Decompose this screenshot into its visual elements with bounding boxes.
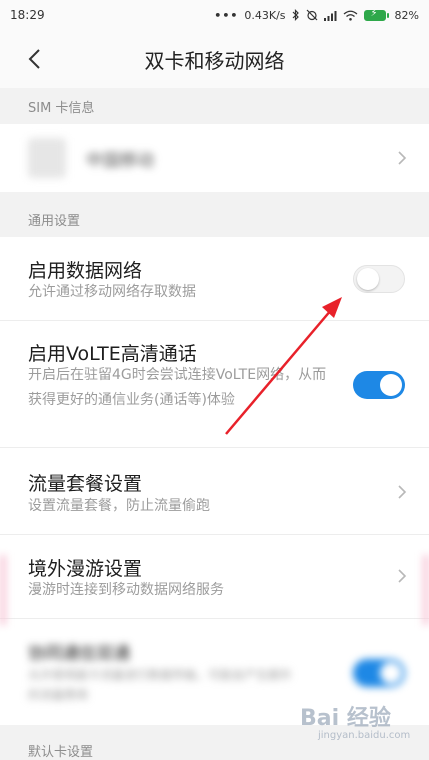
bluetooth-icon: [292, 9, 299, 21]
alarm-off-icon: [306, 9, 317, 21]
page-title: 双卡和移动网络: [144, 48, 285, 73]
row-title: 启用VoLTE高清通话: [28, 343, 197, 365]
sim-card-icon: [28, 138, 66, 178]
list-item-data-network[interactable]: 启用数据网络 允许通过移动网络存取数据: [0, 237, 429, 321]
status-icons: ••• 0.43K/s ⚡ 82%: [214, 8, 419, 22]
chevron-left-icon[interactable]: [24, 46, 46, 72]
section-label-sim: SIM 卡信息: [28, 101, 95, 116]
wifi-icon: [343, 10, 357, 21]
row-title: 启用数据网络: [28, 260, 143, 282]
row-desc: 开启后在驻留4G时会尝试连接VoLTE网络，从而获得更好的通信业务(通话等)体验: [28, 367, 327, 408]
list-item-roaming[interactable]: 境外漫游设置 漫游时连接到移动数据网络服务: [0, 535, 429, 619]
side-decoration: [423, 555, 429, 625]
sim-card-row[interactable]: 中国移动: [0, 124, 429, 192]
sim-carrier-name: 中国移动: [86, 151, 154, 171]
more-notifications-icon: •••: [214, 8, 239, 22]
row-title: 流量套餐设置: [28, 473, 143, 495]
general-settings-card: 启用数据网络 允许通过移动网络存取数据 启用VoLTE高清通话 开启后在驻留4G…: [0, 237, 429, 725]
section-label-default: 默认卡设置: [28, 745, 94, 760]
battery-charging-icon: ⚡: [363, 8, 389, 21]
network-speed: 0.43K/s: [244, 8, 286, 22]
chevron-right-icon: [398, 485, 407, 499]
list-item-volte[interactable]: 启用VoLTE高清通话 开启后在驻留4G时会尝试连接VoLTE网络，从而获得更好…: [0, 321, 429, 448]
row-title: 境外漫游设置: [28, 558, 143, 580]
status-bar: 18:29 ••• 0.43K/s ⚡ 82%: [0, 0, 429, 30]
data-network-toggle[interactable]: [353, 265, 405, 293]
chevron-right-icon: [398, 151, 407, 165]
battery-percent: 82%: [394, 8, 419, 22]
list-item-data-plan[interactable]: 流量套餐设置 设置流量套餐，防止流量偷跑: [0, 448, 429, 535]
row-title: 协同通信双通: [28, 644, 130, 664]
watermark-logo: Bai 经验: [300, 706, 391, 731]
blurred-toggle[interactable]: [353, 659, 405, 687]
watermark: Bai 经验 jingyan.baidu.com: [300, 700, 420, 748]
row-desc: 设置流量套餐，防止流量偷跑: [28, 498, 210, 514]
chevron-right-icon: [398, 569, 407, 583]
volte-toggle[interactable]: [353, 371, 405, 399]
watermark-url: jingyan.baidu.com: [318, 730, 411, 741]
section-label-general: 通用设置: [28, 214, 81, 229]
row-desc: 允许通过移动网络存取数据: [28, 284, 196, 300]
title-bar: 双卡和移动网络: [0, 30, 429, 88]
signal-icon: [323, 10, 337, 21]
status-time: 18:29: [10, 8, 45, 22]
side-decoration: [0, 555, 6, 625]
row-desc: 允许使用副卡流量进行数据传输，可能会产生额外的流量费用: [28, 668, 293, 702]
row-desc: 漫游时连接到移动数据网络服务: [28, 582, 224, 598]
